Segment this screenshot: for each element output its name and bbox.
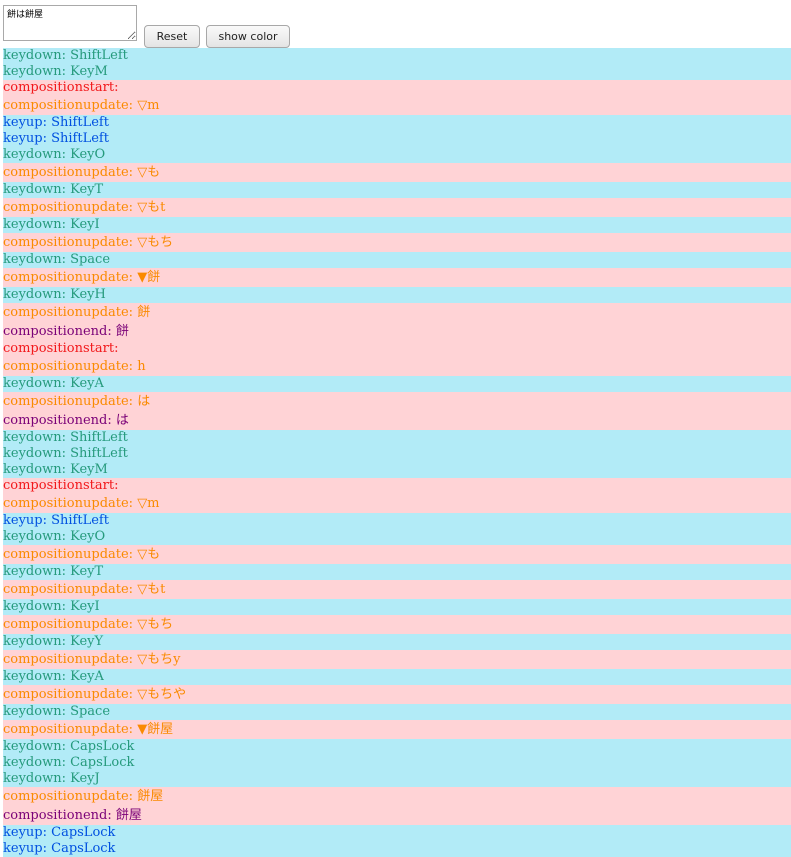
log-entry-compositionupdate: compositionupdate: ▽もちや [3,685,791,704]
log-entry-compositionend: compositionend: 餅 [3,322,791,341]
show-color-button[interactable]: show color [206,25,290,48]
log-entry-keydown: keydown: Space [3,704,791,720]
log-entry-keydown: keydown: KeyH [3,287,791,303]
log-entry-compositionupdate: compositionupdate: ▽も [3,545,791,564]
log-entry-keydown: keydown: KeyT [3,564,791,580]
log-entry-keydown: keydown: ShiftLeft [3,430,791,446]
log-entry-keydown: keydown: CapsLock [3,739,791,755]
log-entry-keydown: keydown: ShiftLeft [3,48,791,64]
log-entry-compositionupdate: compositionupdate: ▽もt [3,580,791,599]
log-entry-keyup: keyup: ShiftLeft [3,513,791,529]
log-entry-keydown: keydown: KeyO [3,147,791,163]
log-entry-compositionupdate: compositionupdate: ▼餅屋 [3,720,791,739]
log-entry-compositionupdate: compositionupdate: は [3,392,791,411]
log-entry-compositionupdate: compositionupdate: ▽もt [3,198,791,217]
log-entry-keydown: keydown: KeyO [3,529,791,545]
log-entry-compositionupdate: compositionupdate: h [3,357,791,376]
log-entry-compositionupdate: compositionupdate: ▽も [3,163,791,182]
log-entry-compositionstart: compositionstart: [3,80,791,96]
log-entry-compositionupdate: compositionupdate: 餅 [3,303,791,322]
log-entry-keyup: keyup: ShiftLeft [3,131,791,147]
log-entry-compositionupdate: compositionupdate: ▽もち [3,233,791,252]
log-entry-keydown: keydown: KeyA [3,669,791,685]
toolbar: 餅は餅屋 Reset show color [0,0,791,48]
log-entry-compositionend: compositionend: は [3,411,791,430]
log-entry-compositionupdate: compositionupdate: ▽もちy [3,650,791,669]
log-entry-keydown: keydown: KeyI [3,217,791,233]
log-entry-keyup: keyup: CapsLock [3,825,791,841]
ime-text-area[interactable]: 餅は餅屋 [3,5,137,41]
log-entry-compositionupdate: compositionupdate: ▽m [3,96,791,115]
log-entry-keydown: keydown: ShiftLeft [3,446,791,462]
log-entry-keydown: keydown: KeyT [3,182,791,198]
event-log: keydown: ShiftLeft keydown: KeyM compositi… [3,48,791,857]
log-entry-keydown: keydown: KeyM [3,64,791,80]
log-entry-keyup: keyup: ShiftLeft [3,115,791,131]
log-entry-keydown: keydown: CapsLock [3,755,791,771]
log-entry-keydown: keydown: Space [3,252,791,268]
log-entry-keydown: keydown: KeyA [3,376,791,392]
log-entry-keydown: keydown: KeyM [3,462,791,478]
log-entry-compositionstart: compositionstart: [3,478,791,494]
log-entry-compositionupdate: compositionupdate: ▼餅 [3,268,791,287]
reset-button[interactable]: Reset [144,25,200,48]
log-entry-compositionend: compositionend: 餅屋 [3,806,791,825]
log-entry-keydown: keydown: KeyI [3,599,791,615]
log-entry-compositionupdate: compositionupdate: ▽m [3,494,791,513]
log-entry-compositionstart: compositionstart: [3,341,791,357]
log-entry-keydown: keydown: KeyJ [3,771,791,787]
log-entry-keydown: keydown: KeyY [3,634,791,650]
log-entry-keyup: keyup: CapsLock [3,841,791,857]
log-entry-compositionupdate: compositionupdate: ▽もち [3,615,791,634]
log-entry-compositionupdate: compositionupdate: 餅屋 [3,787,791,806]
